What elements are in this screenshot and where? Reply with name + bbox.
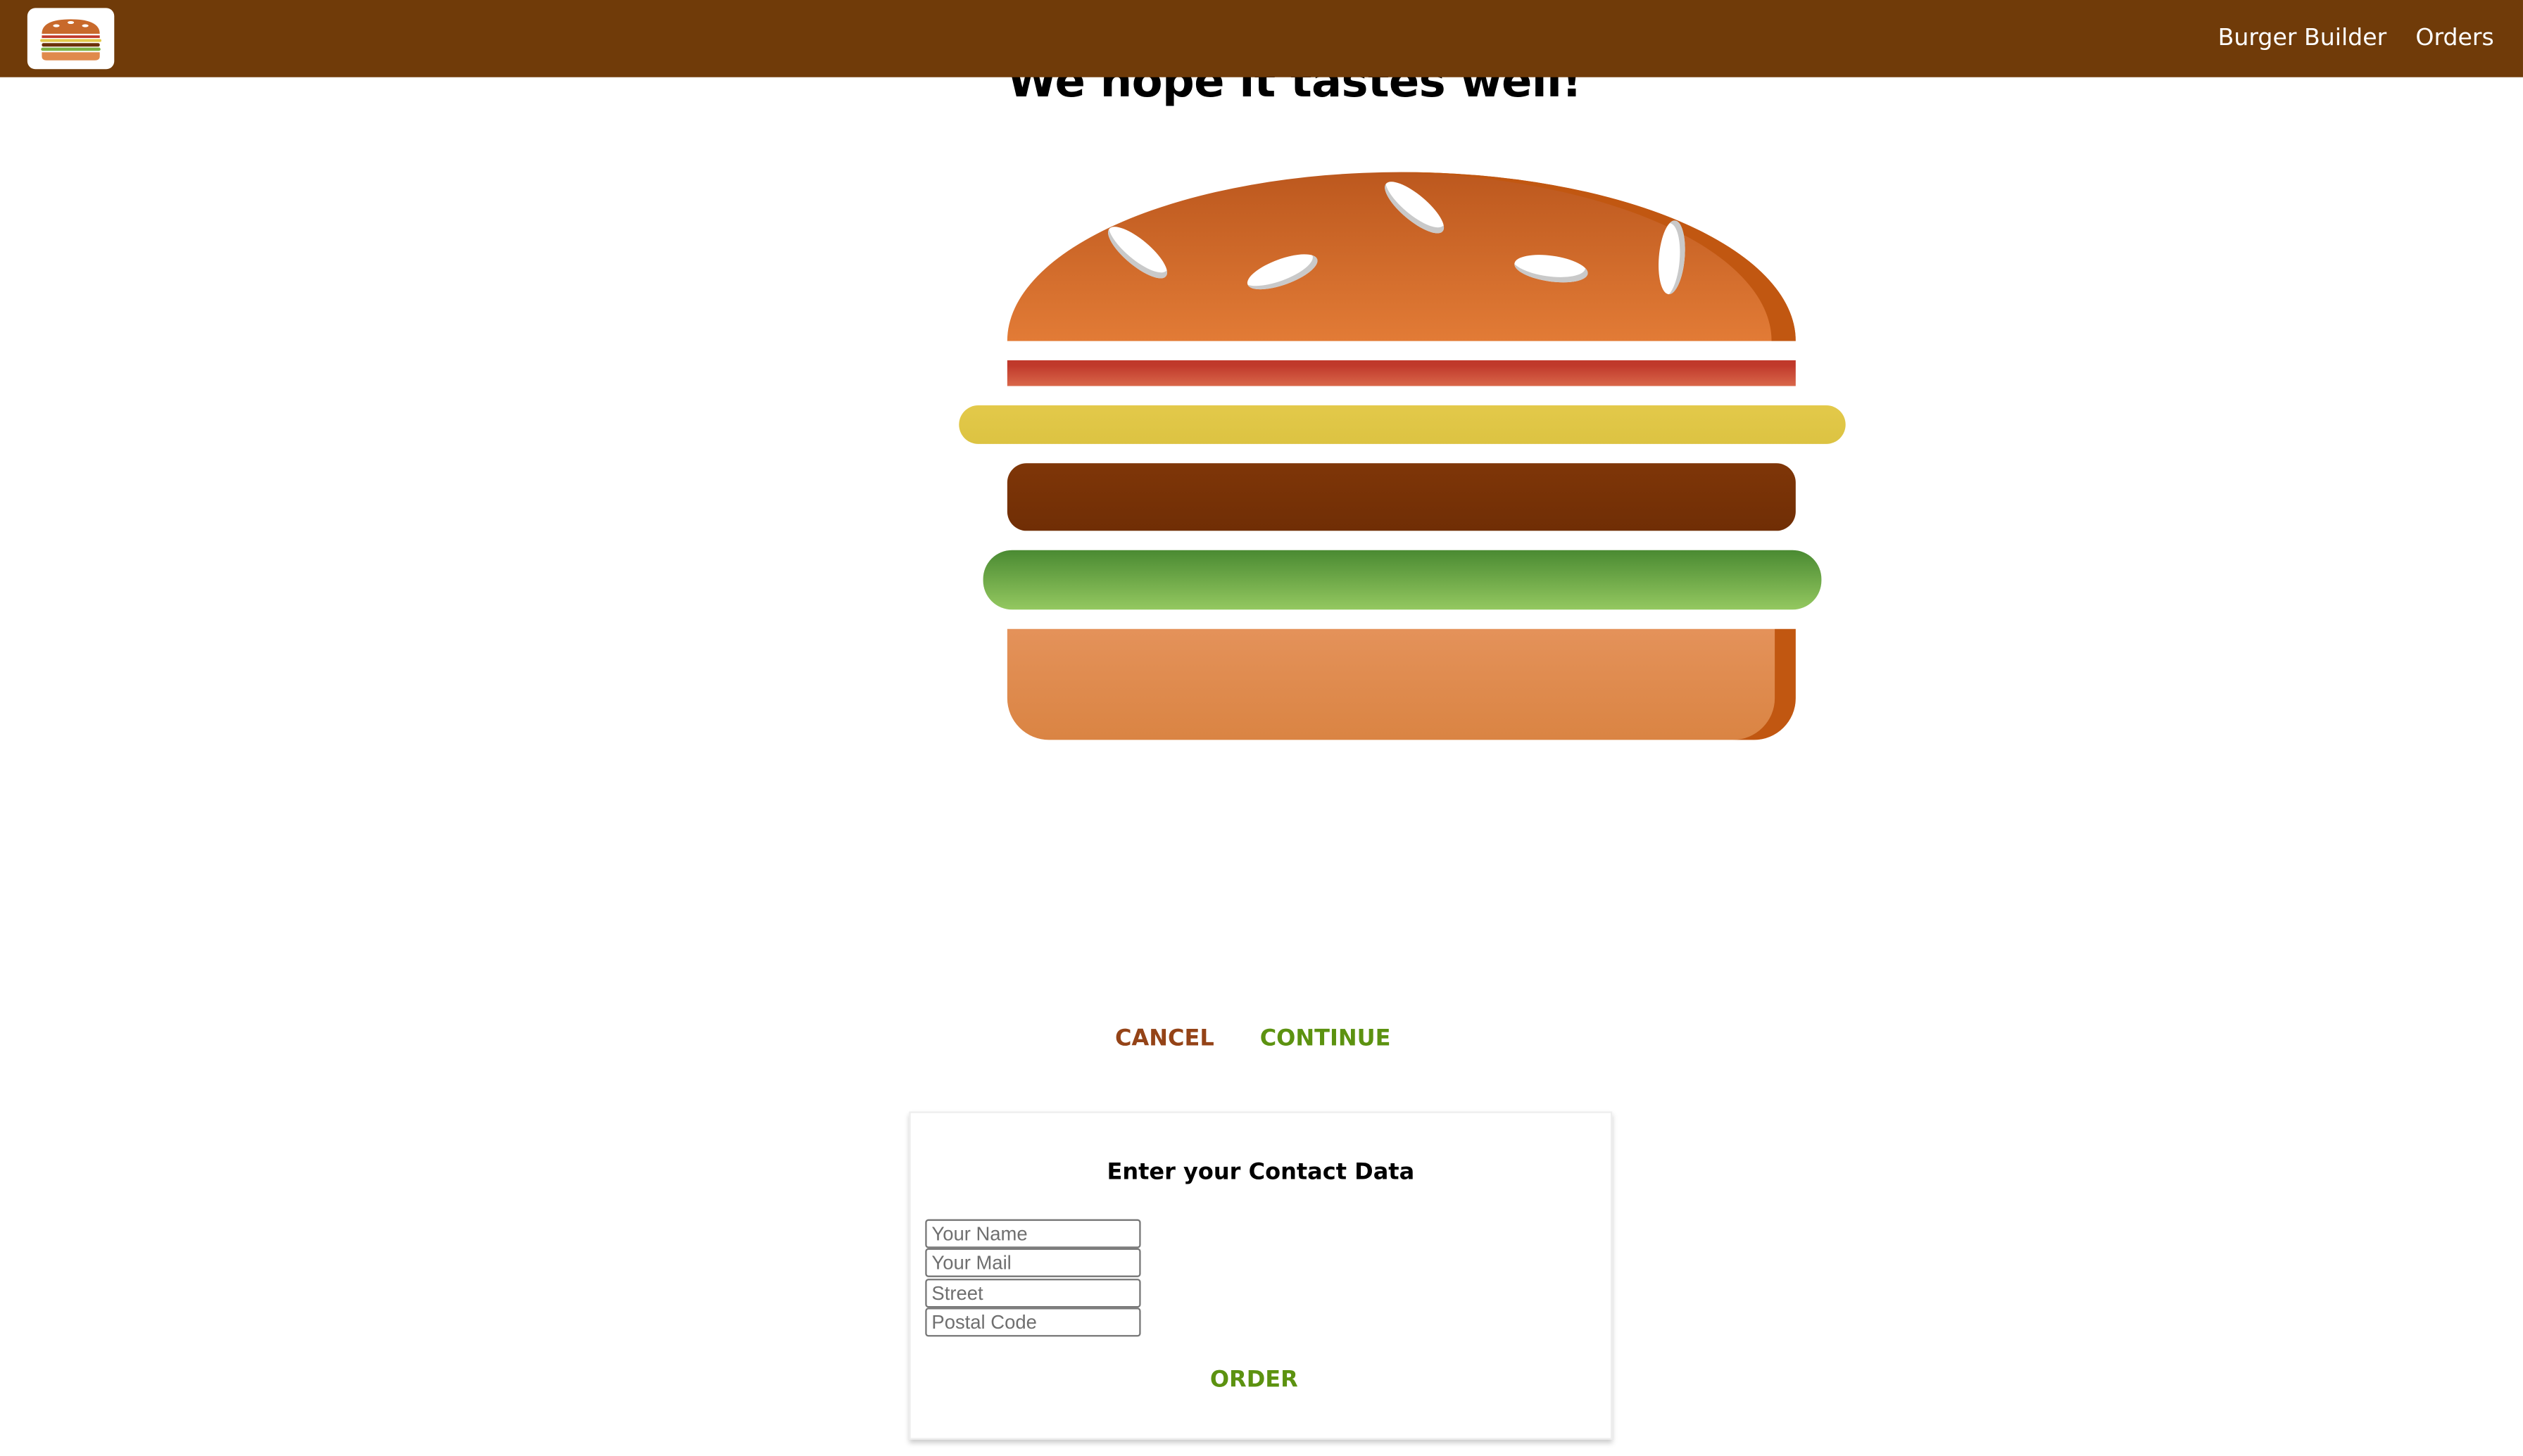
name-input[interactable] bbox=[925, 1219, 1141, 1248]
street-input[interactable] bbox=[925, 1279, 1141, 1308]
email-input[interactable] bbox=[925, 1248, 1141, 1277]
bread-top bbox=[1007, 172, 1796, 341]
cheese-layer bbox=[959, 405, 1846, 444]
bread-bottom bbox=[1007, 628, 1796, 740]
burger-logo[interactable] bbox=[27, 8, 115, 70]
sesame-seed bbox=[1656, 219, 1688, 296]
continue-button[interactable]: CONTINUE bbox=[1260, 1026, 1391, 1052]
meat-layer bbox=[1007, 463, 1796, 531]
sesame-seed bbox=[1243, 247, 1322, 297]
nav-burger-builder[interactable]: Burger Builder bbox=[2218, 26, 2387, 52]
salad-layer bbox=[983, 550, 1822, 610]
bacon-layer bbox=[1007, 360, 1796, 386]
main-nav: Burger Builder Orders bbox=[2218, 0, 2494, 77]
nav-orders[interactable]: Orders bbox=[2415, 26, 2493, 52]
postal-code-input[interactable] bbox=[925, 1308, 1141, 1337]
cancel-button[interactable]: CANCEL bbox=[1115, 1026, 1214, 1052]
order-button[interactable]: ORDER bbox=[1210, 1367, 1298, 1393]
sesame-seed bbox=[1378, 174, 1452, 241]
sesame-seed bbox=[1512, 251, 1590, 287]
toolbar: Burger Builder Orders bbox=[0, 0, 2523, 77]
burger-logo-icon bbox=[40, 19, 101, 61]
contact-title: Enter your Contact Data bbox=[1107, 1159, 1415, 1186]
contact-data-card: Enter your Contact Data ORDER bbox=[909, 1111, 1613, 1440]
sesame-seed bbox=[1100, 219, 1175, 286]
page: Burger Builder Orders We hope it tastes … bbox=[0, 0, 2523, 1456]
